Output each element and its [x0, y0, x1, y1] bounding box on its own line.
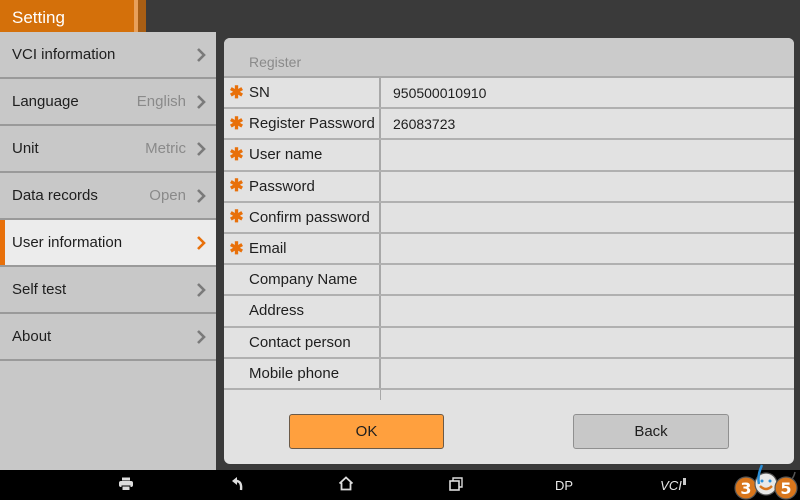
form-scroll-continuation: [224, 389, 794, 400]
form-row-contact-person: Contact person: [224, 327, 794, 359]
required-asterisk-icon: ✱: [229, 176, 244, 196]
chevron-right-icon: [194, 93, 208, 111]
field-label: Confirm password: [249, 208, 370, 226]
form-row-mobile-phone: Mobile phone: [224, 358, 794, 390]
form-row-email: ✱ Email: [224, 233, 794, 266]
form-row-register-password: ✱ Register Password 26083723: [224, 109, 794, 141]
sidebar-item-unit[interactable]: Unit Metric: [0, 126, 216, 173]
user-name-field[interactable]: [381, 140, 794, 169]
sidebar-item-value: Metric: [145, 140, 186, 157]
field-label: Mobile phone: [249, 364, 340, 382]
mobile-phone-field[interactable]: [381, 359, 794, 388]
sidebar-item-label: User information: [12, 234, 123, 251]
sn-field[interactable]: 950500010910: [381, 78, 794, 107]
sidebar-item-label: VCI information: [12, 46, 116, 63]
field-label: Password: [249, 177, 315, 195]
sidebar-item-about[interactable]: About: [0, 314, 216, 361]
logo-digit: 5: [780, 479, 791, 498]
nav-dp-button[interactable]: DP: [548, 470, 580, 500]
sidebar-item-label: Unit: [12, 140, 39, 157]
nav-vci-button[interactable]: VCI: [655, 470, 691, 500]
password-field[interactable]: [381, 172, 794, 201]
sidebar-item-value: Open: [149, 187, 186, 204]
field-label: Email: [249, 240, 287, 258]
register-panel: Register ✱ SN 950500010910 ✱ Register Pass…: [224, 38, 794, 464]
system-nav-bar: DP VCI: [0, 470, 800, 500]
company-name-field[interactable]: [381, 265, 794, 294]
email-field[interactable]: [381, 234, 794, 263]
chevron-right-icon: [194, 328, 208, 346]
field-label: Address: [249, 302, 305, 320]
form-row-company-name: Company Name: [224, 265, 794, 297]
required-asterisk-icon: ✱: [229, 238, 244, 258]
sidebar-divider: [216, 32, 222, 470]
sidebar-item-label: Self test: [12, 281, 67, 298]
chevron-right-icon: [194, 46, 208, 64]
required-asterisk-icon: ✱: [229, 82, 244, 102]
register-heading: Register: [224, 38, 794, 78]
nav-print-button[interactable]: [112, 470, 140, 500]
form-row-user-name: ✱ User name: [224, 140, 794, 172]
nav-recent-apps-button[interactable]: [442, 470, 470, 500]
required-asterisk-icon: ✱: [229, 113, 244, 133]
chevron-right-icon: [194, 187, 208, 205]
chevron-right-icon: [194, 281, 208, 299]
back-button[interactable]: Back: [573, 414, 729, 449]
register-password-field[interactable]: 26083723: [381, 109, 794, 138]
sidebar-item-user-information[interactable]: User information: [0, 220, 216, 267]
title-bar: Setting: [0, 0, 800, 32]
sidebar-item-vci-information[interactable]: VCI information: [0, 32, 216, 79]
chevron-right-icon: [194, 140, 208, 158]
form-row-address: Address: [224, 296, 794, 328]
field-label: SN: [249, 84, 270, 102]
logo-digit: 3: [740, 479, 751, 498]
sidebar-item-label: Data records: [12, 187, 98, 204]
printer-icon: [118, 477, 134, 494]
recent-apps-icon: [449, 476, 463, 494]
title-tab-shadow: [138, 0, 146, 32]
address-field[interactable]: [381, 296, 794, 325]
required-asterisk-icon: ✱: [229, 207, 244, 227]
ok-button[interactable]: OK: [289, 414, 444, 449]
form-row-password: ✱ Password: [224, 171, 794, 203]
vci-label: VCI: [660, 477, 682, 493]
confirm-password-field[interactable]: [381, 203, 794, 232]
sidebar-item-label: Language: [12, 93, 79, 110]
home-icon: [338, 476, 354, 494]
required-asterisk-icon: ✱: [229, 144, 244, 164]
sidebar-item-data-records[interactable]: Data records Open: [0, 173, 216, 220]
field-label: Company Name: [249, 271, 358, 289]
chevron-right-icon: [194, 234, 208, 252]
field-label: Contact person: [249, 333, 351, 351]
brand-logo: 3 5: [733, 462, 799, 500]
sidebar-item-self-test[interactable]: Self test: [0, 267, 216, 314]
page-title: Setting: [0, 0, 136, 32]
back-arrow-icon: [231, 476, 245, 495]
nav-home-button[interactable]: [331, 470, 361, 500]
field-label: Register Password: [249, 115, 375, 133]
vci-status-icon: [682, 477, 686, 485]
settings-sidebar: VCI information Language English Unit Me…: [0, 32, 216, 470]
contact-person-field[interactable]: [381, 328, 794, 357]
sidebar-item-label: About: [12, 328, 52, 345]
form-row-sn: ✱ SN 950500010910: [224, 78, 794, 110]
nav-back-button[interactable]: [224, 470, 252, 500]
sidebar-item-language[interactable]: Language English: [0, 79, 216, 126]
form-row-confirm-password: ✱ Confirm password: [224, 202, 794, 234]
sidebar-item-value: English: [136, 93, 186, 110]
field-label: User name: [249, 146, 323, 164]
